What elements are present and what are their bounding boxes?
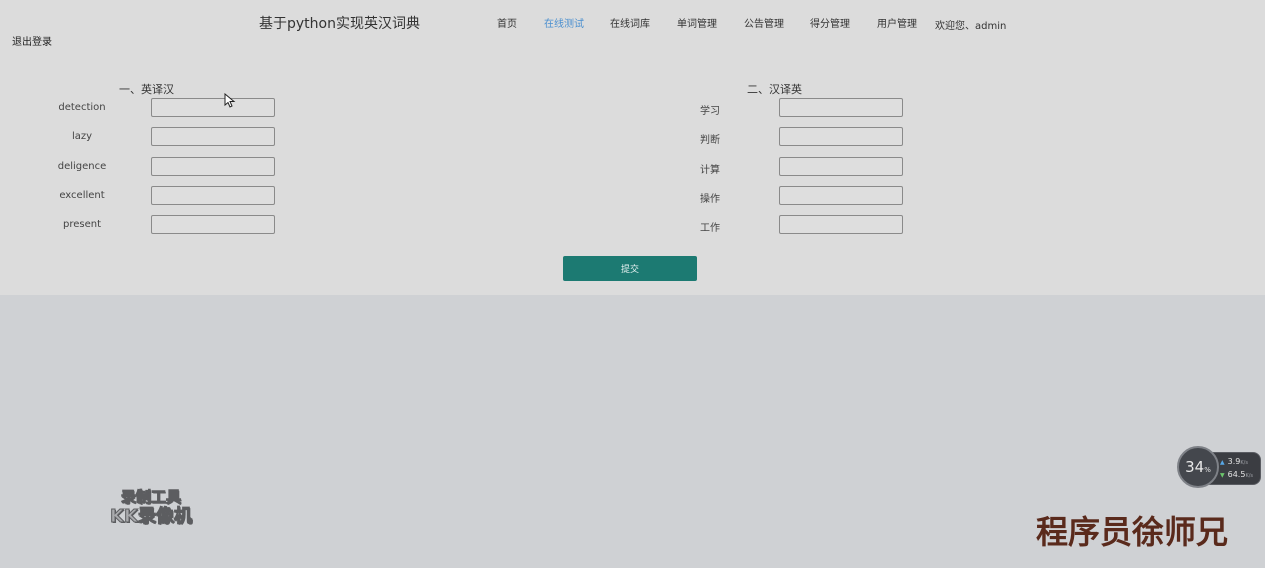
en-answer-input-3[interactable] [151,157,275,176]
recorder-watermark: 录制工具 KK录像机 [96,487,206,528]
nav-home[interactable]: 首页 [497,15,517,30]
zh-word-label-5: 工作 [700,223,720,234]
upload-speed-unit: K/s [1240,460,1248,466]
zh-answer-input-2[interactable] [779,127,903,146]
en-word-label-5: present [62,219,101,230]
zh-answer-input-5[interactable] [779,215,903,234]
main-page: 基于python实现英汉词典 首页 在线测试 在线词库 单词管理 公告管理 得分… [0,0,1265,295]
zh-word-label-4: 操作 [700,194,720,205]
welcome-text: 欢迎您、admin [935,21,1007,32]
network-speed-widget[interactable]: ▲ 3.9K/s ▼ 64.5K/s 34% [1177,446,1261,488]
submit-button[interactable]: 提交 [563,256,697,281]
recorder-watermark-line2: KK录像机 [110,506,193,527]
en-answer-input-4[interactable] [151,186,275,205]
section-zh-to-en-title: 二、汉译英 [747,83,802,96]
nav-user-management[interactable]: 用户管理 [877,15,917,30]
en-word-label-4: excellent [59,190,105,201]
nav-online-test[interactable]: 在线测试 [544,15,584,30]
nav-notice-management[interactable]: 公告管理 [744,15,784,30]
usage-percent-unit: % [1204,466,1211,474]
en-answer-input-2[interactable] [151,127,275,146]
nav-word-library[interactable]: 在线词库 [610,15,650,30]
download-speed-value: 64.5 [1227,470,1246,479]
usage-percent-value: 34 [1185,458,1205,476]
download-arrow-icon: ▼ [1220,472,1225,479]
mouse-pointer-icon [224,93,236,108]
logout-link[interactable]: 退出登录 [12,33,52,48]
usage-percent-circle: 34% [1177,446,1219,488]
upload-speed-value: 3.9 [1227,457,1241,466]
zh-answer-input-4[interactable] [779,186,903,205]
zh-answer-input-1[interactable] [779,98,903,117]
section-en-to-zh-title: 一、英译汉 [119,83,174,96]
zh-word-label-2: 判断 [700,135,720,146]
zh-word-label-1: 学习 [700,106,720,117]
upload-arrow-icon: ▲ [1220,459,1225,466]
en-word-label-3: deligence [57,161,107,172]
recorder-watermark-line1: 录制工具 [120,488,181,507]
en-word-label-1: detection [58,102,106,113]
download-speed-row: ▼ 64.5K/s [1220,470,1253,479]
en-answer-input-5[interactable] [151,215,275,234]
en-answer-input-1[interactable] [151,98,275,117]
nav-word-management[interactable]: 单词管理 [677,15,717,30]
upload-speed-row: ▲ 3.9K/s [1220,457,1248,466]
author-watermark: 程序员徐师兄 [1036,513,1229,551]
site-title: 基于python实现英汉词典 [259,16,420,32]
download-speed-unit: K/s [1245,473,1254,479]
zh-word-label-3: 计算 [700,165,720,176]
zh-answer-input-3[interactable] [779,157,903,176]
nav-score-management[interactable]: 得分管理 [810,15,850,30]
en-word-label-2: lazy [71,131,93,142]
